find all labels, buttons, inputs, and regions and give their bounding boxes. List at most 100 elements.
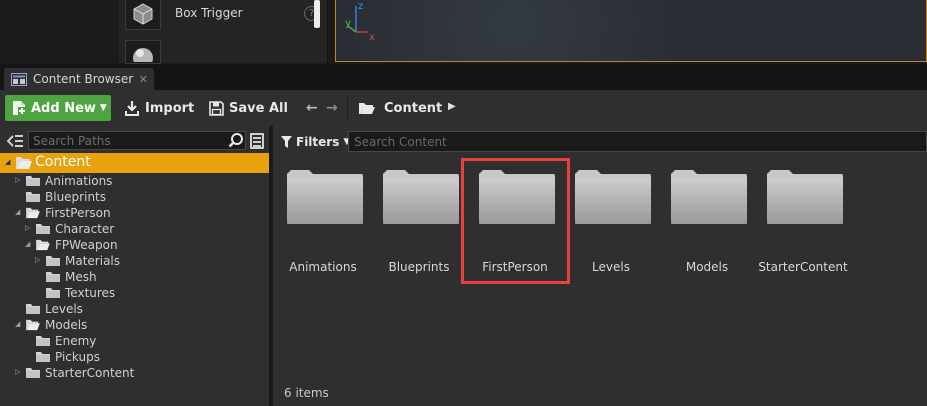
level-viewport[interactable]: x y z [335, 0, 927, 62]
asset-view: Filters ▼ AnimationsBlueprintsFirstPerso… [273, 126, 927, 406]
sources-panel: ◢ Content ▷ Animations Blueprints ◢ FirstPerso… [0, 126, 271, 406]
save-all-button[interactable]: Save All [209, 95, 288, 121]
folder-icon [45, 287, 61, 302]
tree-item-label: Enemy [55, 334, 97, 348]
filters-button[interactable]: Filters ▼ [281, 131, 350, 153]
tree-item-character[interactable]: ▷ Character [0, 221, 269, 237]
save-icon [209, 100, 224, 116]
folder-tile-startercontent[interactable]: StarterContent [758, 168, 848, 278]
tree-item-label: Character [55, 222, 115, 236]
box-trigger-icon [133, 3, 153, 25]
add-new-icon [13, 101, 26, 115]
folder-icon [25, 175, 41, 190]
folder-open-icon [25, 319, 41, 334]
sources-toggle-icon[interactable] [7, 134, 23, 148]
sphere-thumbnail [125, 40, 161, 64]
folder-tile-animations[interactable]: Animations [278, 168, 368, 278]
content-browser-toolbar: Add New ▼ Import Save All ← → Content ▶ [0, 90, 927, 126]
back-arrow-icon[interactable]: ← [306, 100, 318, 116]
tree-item-label: FirstPerson [45, 206, 111, 220]
tab-strip: Content Browser ✕ [0, 64, 927, 90]
axis-gizmo-icon: x y z [345, 1, 375, 43]
box-trigger-thumbnail [125, 0, 161, 30]
tree-item-label: Models [45, 318, 88, 332]
breadcrumb-content[interactable]: Content [358, 95, 442, 121]
add-new-button[interactable]: Add New ▼ [5, 95, 111, 121]
tree-item-models[interactable]: ◢ Models [0, 317, 269, 333]
chevron-down-icon: ▼ [99, 103, 107, 113]
folder-icon [573, 168, 653, 229]
view-options-icon[interactable] [250, 133, 264, 149]
folder-tile-levels[interactable]: Levels [566, 168, 656, 278]
folder-icon [45, 255, 61, 270]
tree-item-label: StarterContent [45, 366, 135, 380]
collapsed-arrow-icon[interactable]: ▷ [15, 176, 20, 184]
folder-icon [381, 168, 461, 229]
folder-icon [45, 271, 61, 286]
expanded-arrow-icon[interactable]: ◢ [25, 240, 30, 248]
close-icon[interactable]: ✕ [139, 73, 148, 86]
tree-item-mesh[interactable]: Mesh [0, 269, 269, 285]
breadcrumb-arrow-icon[interactable]: ▶ [448, 101, 456, 112]
add-new-label: Add New [31, 100, 96, 116]
search-content-input[interactable] [348, 131, 927, 152]
tree-item-pickups[interactable]: Pickups [0, 349, 269, 365]
tree-item-materials[interactable]: ▷ Materials [0, 253, 269, 269]
tree-item-label: Blueprints [45, 190, 107, 204]
import-label: Import [145, 100, 195, 116]
save-all-label: Save All [229, 100, 288, 116]
folder-tile-models[interactable]: Models [662, 168, 752, 278]
collapsed-arrow-icon[interactable]: ▷ [25, 224, 30, 232]
tree-item-startercontent[interactable]: ▷ StarterContent [0, 365, 269, 381]
forward-arrow-icon[interactable]: → [326, 100, 338, 116]
tree-item-label: Pickups [55, 350, 100, 364]
tree-item-blueprints[interactable]: Blueprints [0, 189, 269, 205]
folder-tile-label: StarterContent [758, 260, 848, 274]
tree-item-animations[interactable]: ▷ Animations [0, 173, 269, 189]
tab-label: Content Browser [33, 72, 134, 86]
svg-text:z: z [358, 1, 363, 12]
top-area: Box Trigger ? x y z [0, 0, 927, 64]
collapsed-arrow-icon[interactable]: ▷ [15, 368, 20, 376]
folder-icon [35, 351, 51, 366]
expanded-arrow-icon[interactable]: ◢ [15, 320, 20, 328]
tree-item-levels[interactable]: Levels [0, 301, 269, 317]
breadcrumb-label: Content [384, 100, 443, 116]
folder-icon [765, 168, 845, 229]
tree-item-firstperson[interactable]: ◢ FirstPerson [0, 205, 269, 221]
item-count: 6 items [284, 386, 329, 400]
search-paths-input[interactable] [28, 131, 246, 150]
tree-item-enemy[interactable]: Enemy [0, 333, 269, 349]
import-button[interactable]: Import [124, 95, 194, 121]
tab-content-browser[interactable]: Content Browser ✕ [4, 68, 154, 90]
place-panel-scrollbar[interactable] [314, 0, 320, 28]
search-icon[interactable] [228, 132, 244, 148]
expanded-arrow-icon[interactable]: ◢ [5, 158, 10, 166]
tree-item-label: Animations [45, 174, 113, 188]
folder-icon [35, 335, 51, 350]
tree-item-label: Textures [65, 286, 116, 300]
tree-item-label: Materials [65, 254, 121, 268]
svg-text:y: y [345, 18, 351, 29]
svg-text:x: x [369, 32, 375, 43]
highlight-box [461, 158, 570, 284]
tree-item-textures[interactable]: Textures [0, 285, 269, 301]
content-browser-icon [11, 72, 27, 86]
filter-icon [281, 136, 292, 148]
toolbar-divider [347, 96, 348, 120]
folder-tile-blueprints[interactable]: Blueprints [374, 168, 464, 278]
folder-tree: ◢ Content ▷ Animations Blueprints ◢ FirstPerso… [0, 153, 269, 381]
filters-label: Filters [296, 135, 340, 149]
place-item-sphere[interactable] [125, 40, 319, 64]
tree-item-label: Content [35, 154, 91, 170]
expanded-arrow-icon[interactable]: ◢ [15, 208, 20, 216]
folder-icon [25, 191, 41, 206]
place-item-box-trigger[interactable]: Box Trigger ? [125, 0, 319, 30]
sphere-icon [133, 48, 153, 62]
tree-item-fpweapon[interactable]: ◢ FPWeapon [0, 237, 269, 253]
place-actors-panel: Box Trigger ? [119, 0, 328, 64]
collapsed-arrow-icon[interactable]: ▷ [35, 256, 40, 264]
folder-tile-label: Blueprints [388, 260, 450, 274]
tree-item-content[interactable]: ◢ Content [0, 153, 269, 173]
folder-tile-label: Animations [289, 260, 357, 274]
